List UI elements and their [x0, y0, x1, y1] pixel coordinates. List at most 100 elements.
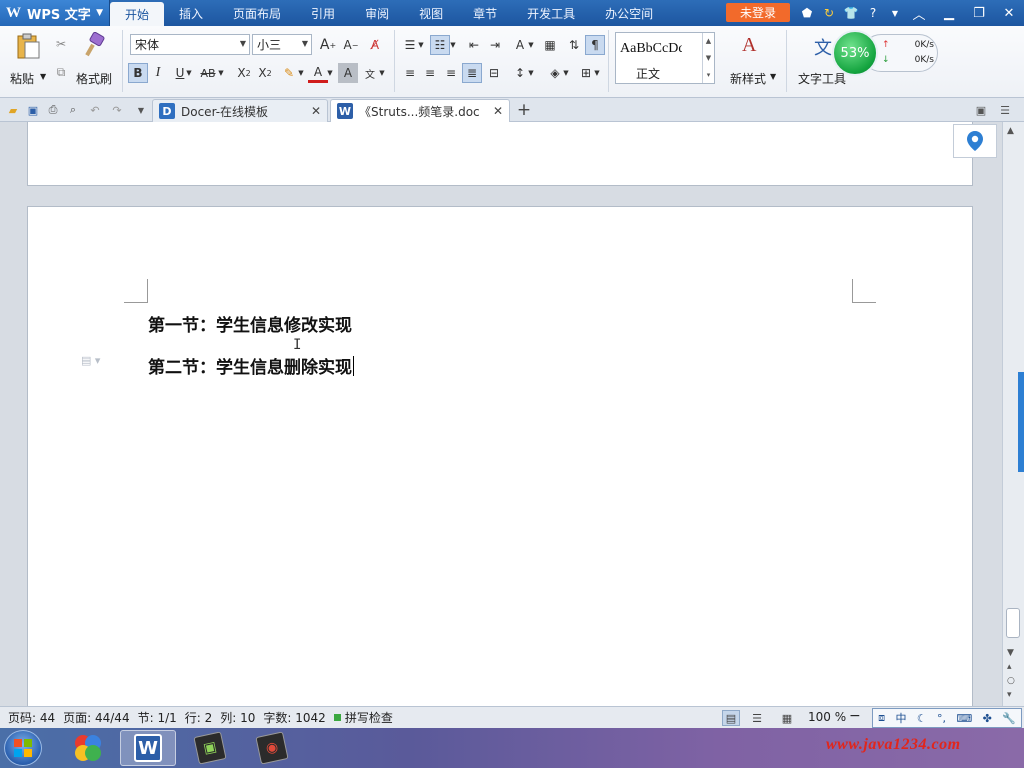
chevron-down-icon[interactable]: ▼	[377, 63, 387, 83]
shrink-font-icon[interactable]: A −	[341, 35, 361, 55]
grow-font-icon[interactable]: A +	[318, 35, 338, 55]
chevron-down-icon[interactable]: ▼	[526, 63, 536, 83]
spell-check-toggle[interactable]: 拼写检查	[333, 709, 393, 726]
font-name-select[interactable]: 宋体 ▼	[130, 34, 250, 55]
print-icon[interactable]: ⎙	[44, 101, 62, 119]
menu-tab-page-layout[interactable]: 页面布局	[218, 0, 296, 26]
document-paragraph[interactable]: 第二节：学生信息删除实现	[148, 353, 354, 378]
tab-docer[interactable]: D Docer-在线模板 ✕	[152, 99, 328, 122]
wrench-icon[interactable]: 🔧	[1002, 712, 1016, 725]
skin-icon[interactable]: ✤	[983, 712, 992, 725]
refresh-icon[interactable]: ↻	[820, 4, 838, 22]
format-painter-button[interactable]: 格式刷	[74, 30, 116, 86]
skin-icon[interactable]: 👕	[842, 4, 860, 22]
chevron-down-icon[interactable]: ▼	[296, 63, 306, 83]
menu-tab-view[interactable]: 视图	[404, 0, 458, 26]
menu-tab-chapter[interactable]: 章节	[458, 0, 512, 26]
cut-icon[interactable]: ✂	[51, 34, 71, 54]
next-page-icon[interactable]: ▾	[1007, 690, 1012, 700]
bold-icon[interactable]: B	[128, 63, 148, 83]
moon-icon[interactable]: ☾	[917, 712, 927, 725]
paragraph-handle-icon[interactable]: ▤ ▾	[81, 354, 100, 367]
justify-icon[interactable]: ≣	[462, 63, 482, 83]
zoom-out-icon[interactable]: −	[849, 708, 861, 724]
save-icon[interactable]: ▣	[24, 101, 42, 119]
customize-toolbar-icon[interactable]: ▼	[132, 101, 150, 119]
increase-indent-icon[interactable]: ⇥	[485, 35, 505, 55]
show-marks-icon[interactable]: ¶	[585, 35, 605, 55]
new-style-button[interactable]: A 新样式 ▼	[726, 30, 780, 86]
location-pin-button[interactable]	[953, 124, 997, 158]
chevron-down-icon[interactable]: ▼	[416, 35, 426, 55]
scroll-up-icon[interactable]: ▲	[1007, 126, 1014, 136]
select-browse-icon[interactable]: ○	[1007, 676, 1015, 686]
copy-icon[interactable]: ⧉	[51, 62, 71, 82]
numbered-list-icon[interactable]: ☷	[430, 35, 450, 55]
font-size-select[interactable]: 小三 ▼	[252, 34, 312, 55]
style-gallery-scroll[interactable]: ▲ ▼ ▾	[702, 33, 714, 83]
previous-page[interactable]	[27, 122, 973, 186]
chevron-down-icon[interactable]: ▼	[592, 63, 602, 83]
sort-icon[interactable]: ⇅	[564, 35, 584, 55]
menu-tab-review[interactable]: 审阅	[350, 0, 404, 26]
app-menu-button[interactable]: W WPS 文字 ▼	[0, 0, 110, 26]
scroll-down-icon[interactable]: ▼	[1007, 648, 1014, 658]
chevron-down-icon[interactable]: ▼	[561, 63, 571, 83]
keyboard-icon[interactable]: ⌨	[956, 712, 972, 725]
chevron-down-icon[interactable]: ▼	[184, 63, 194, 83]
punctuation-icon[interactable]: °,	[937, 712, 946, 725]
menu-tab-insert[interactable]: 插入	[164, 0, 218, 26]
close-icon[interactable]: ✕	[311, 104, 321, 118]
side-panel-toggle[interactable]	[1018, 372, 1024, 472]
distribute-icon[interactable]: ⊟	[484, 63, 504, 83]
menu-tab-developer[interactable]: 开发工具	[512, 0, 590, 26]
strikethrough-icon[interactable]: AB	[198, 63, 218, 83]
style-gallery[interactable]: AaBbCcDd 正文 ▲ ▼ ▾	[615, 32, 715, 84]
print-preview-icon[interactable]: ⌕	[64, 101, 82, 119]
italic-icon[interactable]: I	[148, 63, 168, 83]
restore-icon[interactable]: ❐	[964, 0, 994, 26]
taskbar-app-recorder[interactable]: ▣	[182, 730, 238, 766]
document-paragraph[interactable]: 第一节：学生信息修改实现	[148, 311, 352, 336]
align-center-icon[interactable]: ≡	[420, 63, 440, 83]
shield-icon[interactable]: ⬟	[798, 4, 816, 22]
zoom-level[interactable]: 100 %	[808, 710, 846, 724]
prev-page-icon[interactable]: ▴	[1007, 662, 1012, 672]
menu-tab-office-space[interactable]: 办公空间	[590, 0, 668, 26]
subscript-icon[interactable]: X2	[255, 63, 275, 83]
chevron-down-icon[interactable]: ▼	[325, 63, 335, 83]
chevron-down-icon[interactable]: ▼	[448, 35, 458, 55]
taskbar-app-player[interactable]: ◉	[244, 730, 300, 766]
align-left-icon[interactable]: ≡	[400, 63, 420, 83]
close-icon[interactable]: ✕	[994, 0, 1024, 26]
current-page[interactable]: 第一节：学生信息修改实现 第二节：学生信息删除实现 ▤ ▾ I	[27, 206, 973, 706]
char-shading-icon[interactable]: A	[338, 63, 358, 83]
outline-view-icon[interactable]: ☰	[748, 710, 766, 726]
tab-list-icon[interactable]: ▣	[972, 101, 990, 119]
taskbar-app-launcher[interactable]	[60, 730, 116, 766]
network-speed-meter[interactable]: 53% ↑ 0K/s ↓ 0K/s	[832, 30, 938, 76]
chevron-down-icon[interactable]: ▼	[216, 63, 226, 83]
new-tab-icon[interactable]: +	[514, 100, 534, 120]
decrease-indent-icon[interactable]: ⇤	[464, 35, 484, 55]
collapse-ribbon-icon[interactable]: ︿	[904, 0, 934, 26]
status-word-count[interactable]: 字数: 1042	[263, 709, 325, 726]
align-right-icon[interactable]: ≡	[441, 63, 461, 83]
dropdown-icon[interactable]: ▼	[886, 4, 904, 22]
table-icon[interactable]: ▦	[540, 35, 560, 55]
chevron-down-icon[interactable]: ▼	[526, 35, 536, 55]
tab-struts-doc[interactable]: W 《Struts...频笔录.doc ✕	[330, 99, 510, 122]
tab-menu-icon[interactable]: ☰	[996, 101, 1014, 119]
document-area[interactable]: 第一节：学生信息修改实现 第二节：学生信息删除实现 ▤ ▾ I	[0, 122, 1002, 706]
help-icon[interactable]: ?	[864, 4, 882, 22]
ime-language[interactable]: 中	[895, 710, 906, 726]
undo-icon[interactable]: ↶	[86, 101, 104, 119]
ime-toolbar[interactable]: ⧈ 中 ☾ °, ⌨ ✤ 🔧	[872, 708, 1022, 728]
menu-tab-home[interactable]: 开始	[110, 2, 165, 26]
ime-logo-icon[interactable]: ⧈	[878, 711, 885, 725]
paste-button[interactable]: 粘贴 ▼	[8, 30, 48, 86]
minimize-icon[interactable]: ▁	[934, 0, 964, 26]
superscript-icon[interactable]: X2	[234, 63, 254, 83]
redo-icon[interactable]: ↷	[108, 101, 126, 119]
login-button[interactable]: 未登录	[726, 3, 790, 22]
